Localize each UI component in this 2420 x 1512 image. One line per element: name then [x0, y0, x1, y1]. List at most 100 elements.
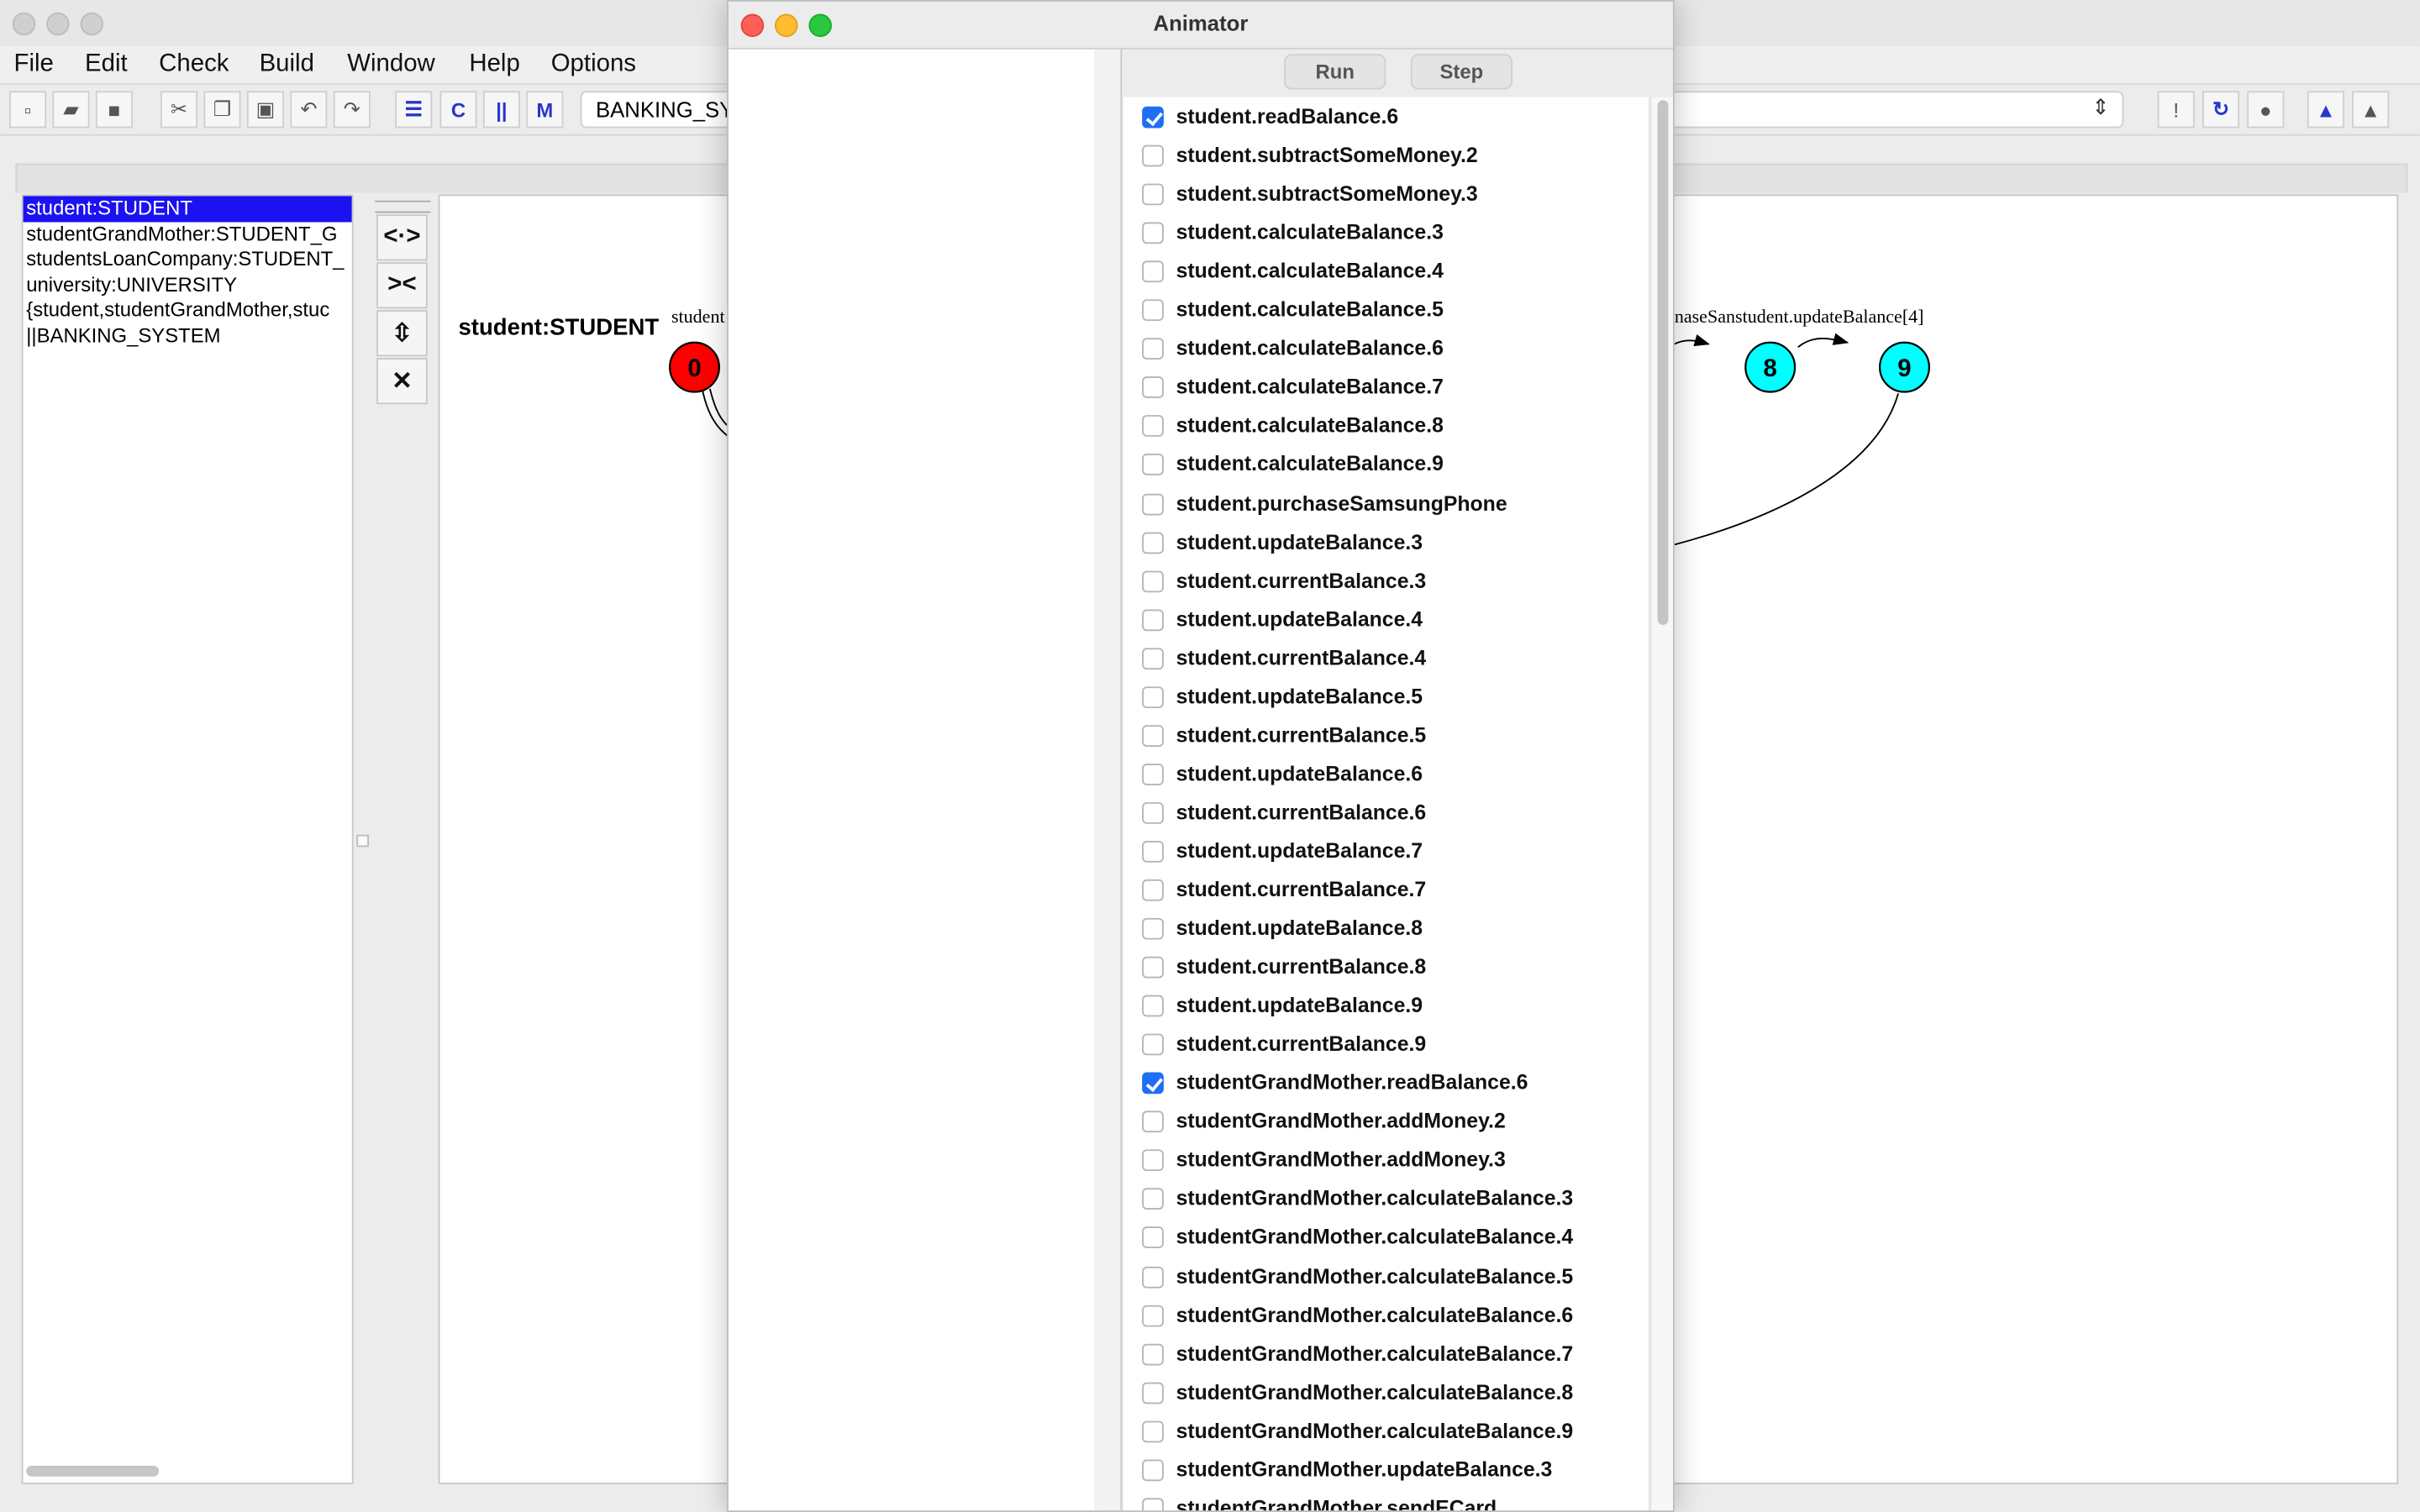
action-checkbox[interactable]: [1142, 299, 1164, 322]
action-row[interactable]: student.currentBalance.5: [1123, 717, 1648, 756]
action-row[interactable]: studentGrandMother.updateBalance.3: [1123, 1452, 1648, 1490]
compile-icon[interactable]: C: [439, 91, 477, 129]
action-row[interactable]: student.currentBalance.8: [1123, 949, 1648, 988]
action-checkbox[interactable]: [1142, 260, 1164, 283]
process-list-item[interactable]: university:UNIVERSITY: [24, 272, 352, 297]
action-checkbox[interactable]: [1142, 1420, 1164, 1442]
menu-help[interactable]: Help: [469, 51, 519, 79]
action-row[interactable]: student.updateBalance.5: [1123, 679, 1648, 717]
action-row[interactable]: student.calculateBalance.5: [1123, 292, 1648, 331]
undo-icon[interactable]: ↶: [290, 91, 328, 129]
action-checkbox[interactable]: [1142, 1072, 1164, 1095]
action-checkbox[interactable]: [1142, 338, 1164, 360]
action-row[interactable]: student.updateBalance.8: [1123, 911, 1648, 949]
process-list-item[interactable]: studentGrandMother:STUDENT_G: [24, 222, 352, 247]
minimize-window-button[interactable]: [46, 12, 70, 36]
action-row[interactable]: student.calculateBalance.8: [1123, 408, 1648, 447]
toolbar-grip[interactable]: [375, 200, 431, 213]
action-row[interactable]: studentGrandMother.calculateBalance.4: [1123, 1220, 1648, 1258]
action-checkbox[interactable]: [1142, 1226, 1164, 1249]
process-list-item[interactable]: ||BANKING_SYSTEM: [24, 323, 352, 349]
action-checkbox[interactable]: [1142, 724, 1164, 747]
action-checkbox[interactable]: [1142, 531, 1164, 554]
action-row[interactable]: studentGrandMother.calculateBalance.9: [1123, 1413, 1648, 1452]
draw-icon[interactable]: ▲: [2352, 91, 2390, 129]
action-checkbox[interactable]: [1142, 570, 1164, 592]
action-checkbox[interactable]: [1142, 1188, 1164, 1210]
menu-file[interactable]: File: [14, 51, 54, 79]
action-checkbox[interactable]: [1142, 995, 1164, 1017]
expand-horizontal-icon[interactable]: <·>: [376, 214, 428, 261]
action-row[interactable]: student.updateBalance.9: [1123, 988, 1648, 1026]
action-checkbox[interactable]: [1142, 144, 1164, 167]
vertical-scrollbar[interactable]: [1649, 97, 1673, 1511]
run-button[interactable]: Run: [1284, 54, 1386, 90]
check-progress-icon[interactable]: ↻: [2202, 91, 2240, 129]
action-checkbox[interactable]: [1142, 1149, 1164, 1172]
minimise-icon[interactable]: M: [526, 91, 564, 129]
save-icon[interactable]: ■: [95, 91, 133, 129]
action-row[interactable]: student.calculateBalance.9: [1123, 447, 1648, 486]
copy-icon[interactable]: ❐: [203, 91, 241, 129]
action-row[interactable]: student.subtractSomeMoney.3: [1123, 176, 1648, 215]
open-folder-icon[interactable]: ▰: [52, 91, 90, 129]
action-row[interactable]: studentGrandMother.calculateBalance.6: [1123, 1297, 1648, 1336]
cut-icon[interactable]: ✂: [160, 91, 198, 129]
check-safety-icon[interactable]: !: [2157, 91, 2195, 129]
process-list-item[interactable]: studentsLoanCompany:STUDENT_: [24, 247, 352, 272]
menu-build[interactable]: Build: [260, 51, 314, 79]
horizontal-scrollbar[interactable]: [26, 1465, 160, 1477]
menu-edit[interactable]: Edit: [85, 51, 128, 79]
action-checkbox[interactable]: [1142, 801, 1164, 824]
split-pane-handle[interactable]: [356, 834, 369, 848]
action-row[interactable]: student.currentBalance.3: [1123, 563, 1648, 601]
zoom-window-button[interactable]: [80, 12, 104, 36]
animate-icon[interactable]: ▲: [2307, 91, 2344, 129]
new-file-icon[interactable]: ▫: [9, 91, 47, 129]
action-checkbox[interactable]: [1142, 917, 1164, 940]
expand-vertical-icon[interactable]: ⇳: [376, 310, 428, 357]
action-row[interactable]: student.currentBalance.4: [1123, 640, 1648, 679]
action-checkbox[interactable]: [1142, 1343, 1164, 1365]
action-checkbox[interactable]: [1142, 1305, 1164, 1326]
action-row[interactable]: student.calculateBalance.7: [1123, 370, 1648, 408]
scrollbar-thumb[interactable]: [1657, 100, 1669, 625]
action-checkbox[interactable]: [1142, 1110, 1164, 1133]
action-row[interactable]: studentGrandMother.calculateBalance.7: [1123, 1336, 1648, 1374]
action-row[interactable]: student.currentBalance.6: [1123, 795, 1648, 833]
action-row[interactable]: studentGrandMother.calculateBalance.8: [1123, 1374, 1648, 1413]
action-checkbox[interactable]: [1142, 1033, 1164, 1056]
action-checkbox[interactable]: [1142, 106, 1164, 129]
action-checkbox[interactable]: [1142, 840, 1164, 863]
redo-icon[interactable]: ↷: [333, 91, 371, 129]
action-checkbox[interactable]: [1142, 454, 1164, 476]
process-list-item[interactable]: student:STUDENT: [23, 196, 352, 222]
paste-icon[interactable]: ▣: [246, 91, 284, 129]
edit-text-icon[interactable]: ☰: [395, 91, 433, 129]
action-checkbox[interactable]: [1142, 1266, 1164, 1288]
action-row[interactable]: student.updateBalance.6: [1123, 756, 1648, 795]
action-checkbox[interactable]: [1142, 1382, 1164, 1404]
action-row[interactable]: student.subtractSomeMoney.2: [1123, 138, 1648, 176]
action-row[interactable]: student.calculateBalance.3: [1123, 215, 1648, 254]
action-row[interactable]: student.calculateBalance.4: [1123, 254, 1648, 292]
action-checkbox[interactable]: [1142, 608, 1164, 631]
action-row[interactable]: student.currentBalance.7: [1123, 872, 1648, 911]
shrink-vertical-icon[interactable]: ✕: [376, 358, 428, 405]
action-row[interactable]: studentGrandMother.addMoney.2: [1123, 1104, 1648, 1142]
shrink-horizontal-icon[interactable]: ><: [376, 262, 428, 309]
action-checkbox[interactable]: [1142, 1459, 1164, 1481]
action-checkbox[interactable]: [1142, 183, 1164, 206]
menu-options[interactable]: Options: [551, 51, 636, 79]
action-row[interactable]: student.updateBalance.7: [1123, 833, 1648, 872]
action-row[interactable]: student.calculateBalance.6: [1123, 331, 1648, 370]
close-window-button[interactable]: [12, 12, 36, 36]
action-row[interactable]: studentGrandMother.calculateBalance.3: [1123, 1181, 1648, 1220]
action-checkbox[interactable]: [1142, 763, 1164, 785]
step-button[interactable]: Step: [1410, 54, 1512, 90]
menu-window[interactable]: Window: [347, 51, 435, 79]
action-checkbox[interactable]: [1142, 222, 1164, 244]
parallel-icon[interactable]: ||: [482, 91, 520, 129]
action-checkbox[interactable]: [1142, 685, 1164, 708]
action-row[interactable]: student.updateBalance.4: [1123, 601, 1648, 640]
